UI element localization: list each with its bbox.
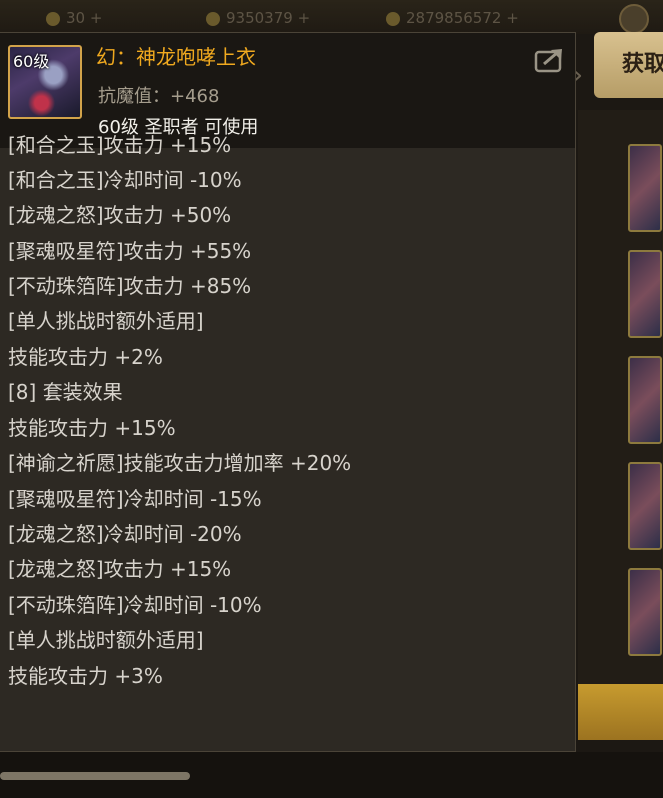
effect-line: [单人挑战时额外适用] xyxy=(8,628,204,652)
effect-line: 技能攻击力 +3% xyxy=(8,664,163,688)
effect-line: [和合之玉]冷却时间 -10% xyxy=(8,168,242,192)
share-icon[interactable] xyxy=(534,46,566,74)
effect-line: [和合之玉]攻击力 +15% xyxy=(8,133,232,157)
gold-icon xyxy=(386,11,400,26)
effect-line: [神谕之祈愿]技能攻击力增加率 +20% xyxy=(8,451,352,475)
coin-icon xyxy=(206,11,220,26)
effect-line: [不动珠箔阵]冷却时间 -10% xyxy=(8,593,262,617)
gem-icon xyxy=(46,11,60,26)
item-level-badge: 60级 xyxy=(13,52,50,71)
item-icon: 60级 xyxy=(8,45,82,119)
effect-line: [8] 套装效果 xyxy=(8,380,123,404)
equipment-thumb[interactable] xyxy=(628,568,662,656)
equipment-thumb[interactable] xyxy=(628,144,662,232)
settings-icon[interactable] xyxy=(619,4,649,34)
equipment-thumb[interactable] xyxy=(628,462,662,550)
effect-line: [单人挑战时额外适用] xyxy=(8,309,204,333)
effect-line: [不动珠箔阵]攻击力 +85% xyxy=(8,274,252,298)
gold-panel xyxy=(578,684,663,740)
effect-line: [龙魂之怒]攻击力 +15% xyxy=(8,557,232,581)
horizontal-scrollbar[interactable] xyxy=(0,772,190,780)
effect-line: 技能攻击力 +2% xyxy=(8,345,163,369)
effect-line: 技能攻击力 +15% xyxy=(8,416,176,440)
resource-value: 2879856572 + xyxy=(406,9,519,27)
resource-value: 9350379 + xyxy=(226,9,311,27)
effect-line: [聚魂吸星符]冷却时间 -15% xyxy=(8,487,262,511)
effect-line: [龙魂之怒]攻击力 +50% xyxy=(8,203,232,227)
resource-stat: 30 + xyxy=(40,8,108,28)
resource-stat: 2879856572 + xyxy=(380,8,525,28)
top-resource-bar: 30 + 9350379 + 2879856572 + xyxy=(0,0,663,34)
effect-line: [龙魂之怒]冷却时间 -20% xyxy=(8,522,242,546)
equipment-thumb[interactable] xyxy=(628,250,662,338)
effect-line: [聚魂吸星符]攻击力 +55% xyxy=(8,239,252,263)
item-name: 幻：神龙咆哮上衣 xyxy=(96,45,256,69)
item-attribute: 抗魔值：+468 xyxy=(98,86,220,107)
resource-stat: 9350379 + xyxy=(200,8,316,28)
acquire-button[interactable]: 获取 xyxy=(594,32,663,98)
resource-value: 30 + xyxy=(66,9,103,27)
equipment-thumb[interactable] xyxy=(628,356,662,444)
